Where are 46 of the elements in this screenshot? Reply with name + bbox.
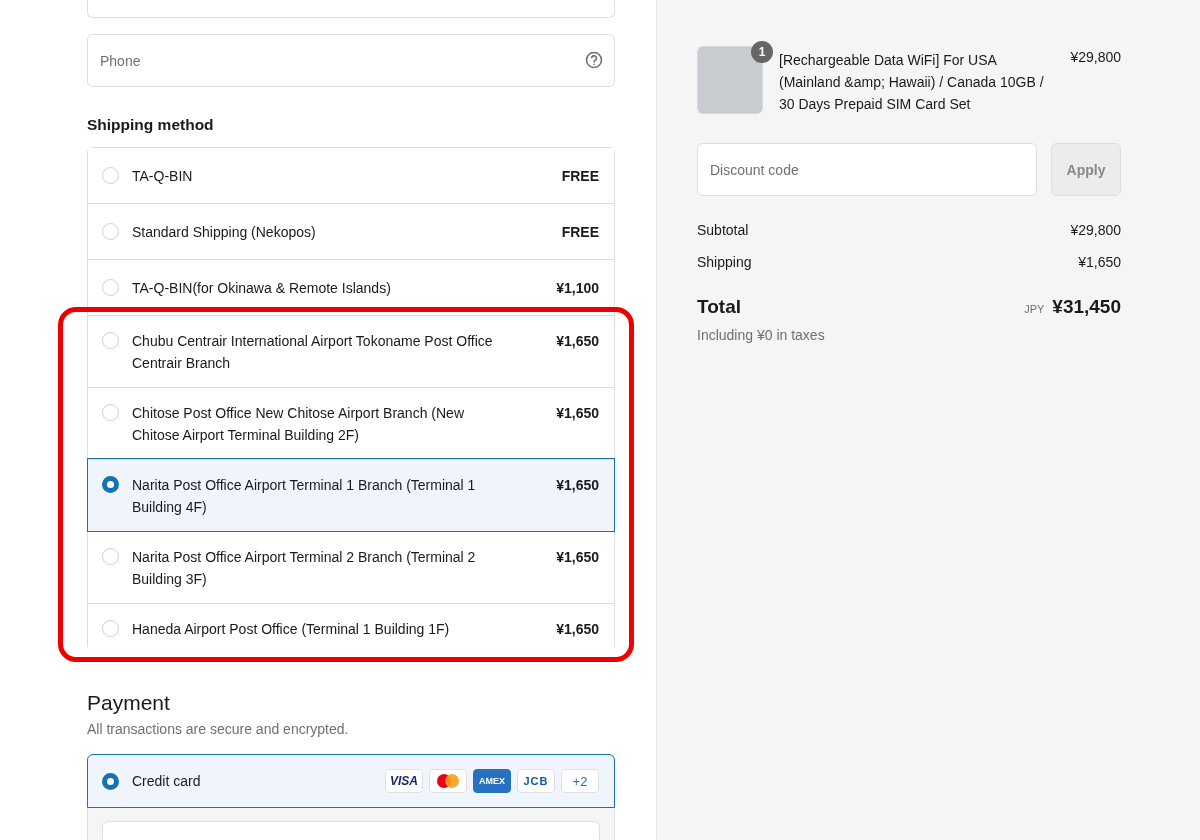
shipping-option-label: Narita Post Office Airport Terminal 2 Branch (Terminal 2 Building 3F) [132, 548, 477, 589]
shipping-option-label: TA-Q-BIN [132, 167, 194, 186]
shipping-price: ¥1,650 [556, 476, 599, 495]
summary-label: Shipping [697, 254, 752, 270]
summary-value: ¥29,800 [1070, 222, 1121, 238]
total-label: Total [697, 296, 741, 318]
radio-button[interactable] [102, 772, 119, 790]
shipping-option[interactable]: Narita Post Office Airport Terminal 1 Branch (Terminal 1 Building 4F) ¥1,650 [88, 459, 614, 531]
input-field[interactable] [102, 821, 600, 840]
product-title: [Rechargeable Data WiFi] For USA (Mainland &amp; Hawaii) / Canada 10GB / 30 Days Prepaid SIM Card Set [779, 51, 1045, 114]
payment-option-label: Credit card [132, 773, 202, 789]
summary-label: Subtotal [697, 222, 749, 238]
card-brand-logo: JCB [517, 769, 555, 793]
shipping-price: FREE [561, 167, 599, 186]
shipping-price: ¥1,650 [556, 620, 599, 639]
shipping-price: ¥1,650 [556, 548, 599, 567]
section-heading: Shipping method [87, 116, 215, 134]
shipping-price: ¥1,650 [556, 332, 599, 351]
tax-note: Including ¥0 in taxes [697, 327, 826, 343]
shipping-option-label: Chubu Centrair International Airport Tokoname Post Office Centrair Branch [132, 332, 494, 373]
shipping-option-label: Standard Shipping (Nekopos) [132, 223, 317, 242]
shipping-option-label: Chitose Post Office New Chitose Airport Branch (New Chitose Airport Terminal Building 2F) [132, 404, 465, 445]
overlapping-circles-icon [429, 769, 467, 793]
shipping-option[interactable]: Haneda Airport Post Office (Terminal 1 Building 1F) ¥1,650 [88, 603, 614, 653]
shipping-price: FREE [561, 223, 599, 242]
card-brand-logo: VISA [385, 769, 423, 793]
input-field[interactable] [87, 0, 615, 18]
summary-value: ¥1,650 [1078, 254, 1121, 270]
currency-code: JPY [1024, 303, 1045, 315]
section-heading: Payment [87, 691, 171, 715]
product-price: ¥29,800 [1070, 48, 1121, 65]
payment-option[interactable]: Credit card VISA AMEX JCB +2 [87, 754, 615, 808]
section-subtitle: All transactions are secure and encrypted. [87, 721, 350, 737]
quantity-badge: 1 [751, 41, 773, 63]
shipping-price: ¥1,650 [556, 404, 599, 423]
shipping-price: ¥1,100 [556, 279, 599, 298]
total-amount: ¥31,450 [1052, 296, 1121, 317]
help-icon[interactable] [585, 51, 603, 69]
shipping-option-label: TA-Q-BIN(for Okinawa & Remote Islands) [132, 279, 392, 298]
phone-field[interactable]: Phone [87, 34, 615, 87]
radio-button[interactable] [102, 476, 119, 493]
shipping-option[interactable]: Chitose Post Office New Chitose Airport Branch (New Chitose Airport Terminal Building 2F) ¥1,650 [88, 387, 614, 459]
card-brand-logo: AMEX [473, 769, 511, 793]
shipping-option-label: Haneda Airport Post Office (Terminal 1 Building 1F) [132, 620, 451, 639]
more-cards-badge: +2 [561, 769, 599, 793]
shipping-option-label: Narita Post Office Airport Terminal 1 Branch (Terminal 1 Building 4F) [132, 476, 477, 517]
